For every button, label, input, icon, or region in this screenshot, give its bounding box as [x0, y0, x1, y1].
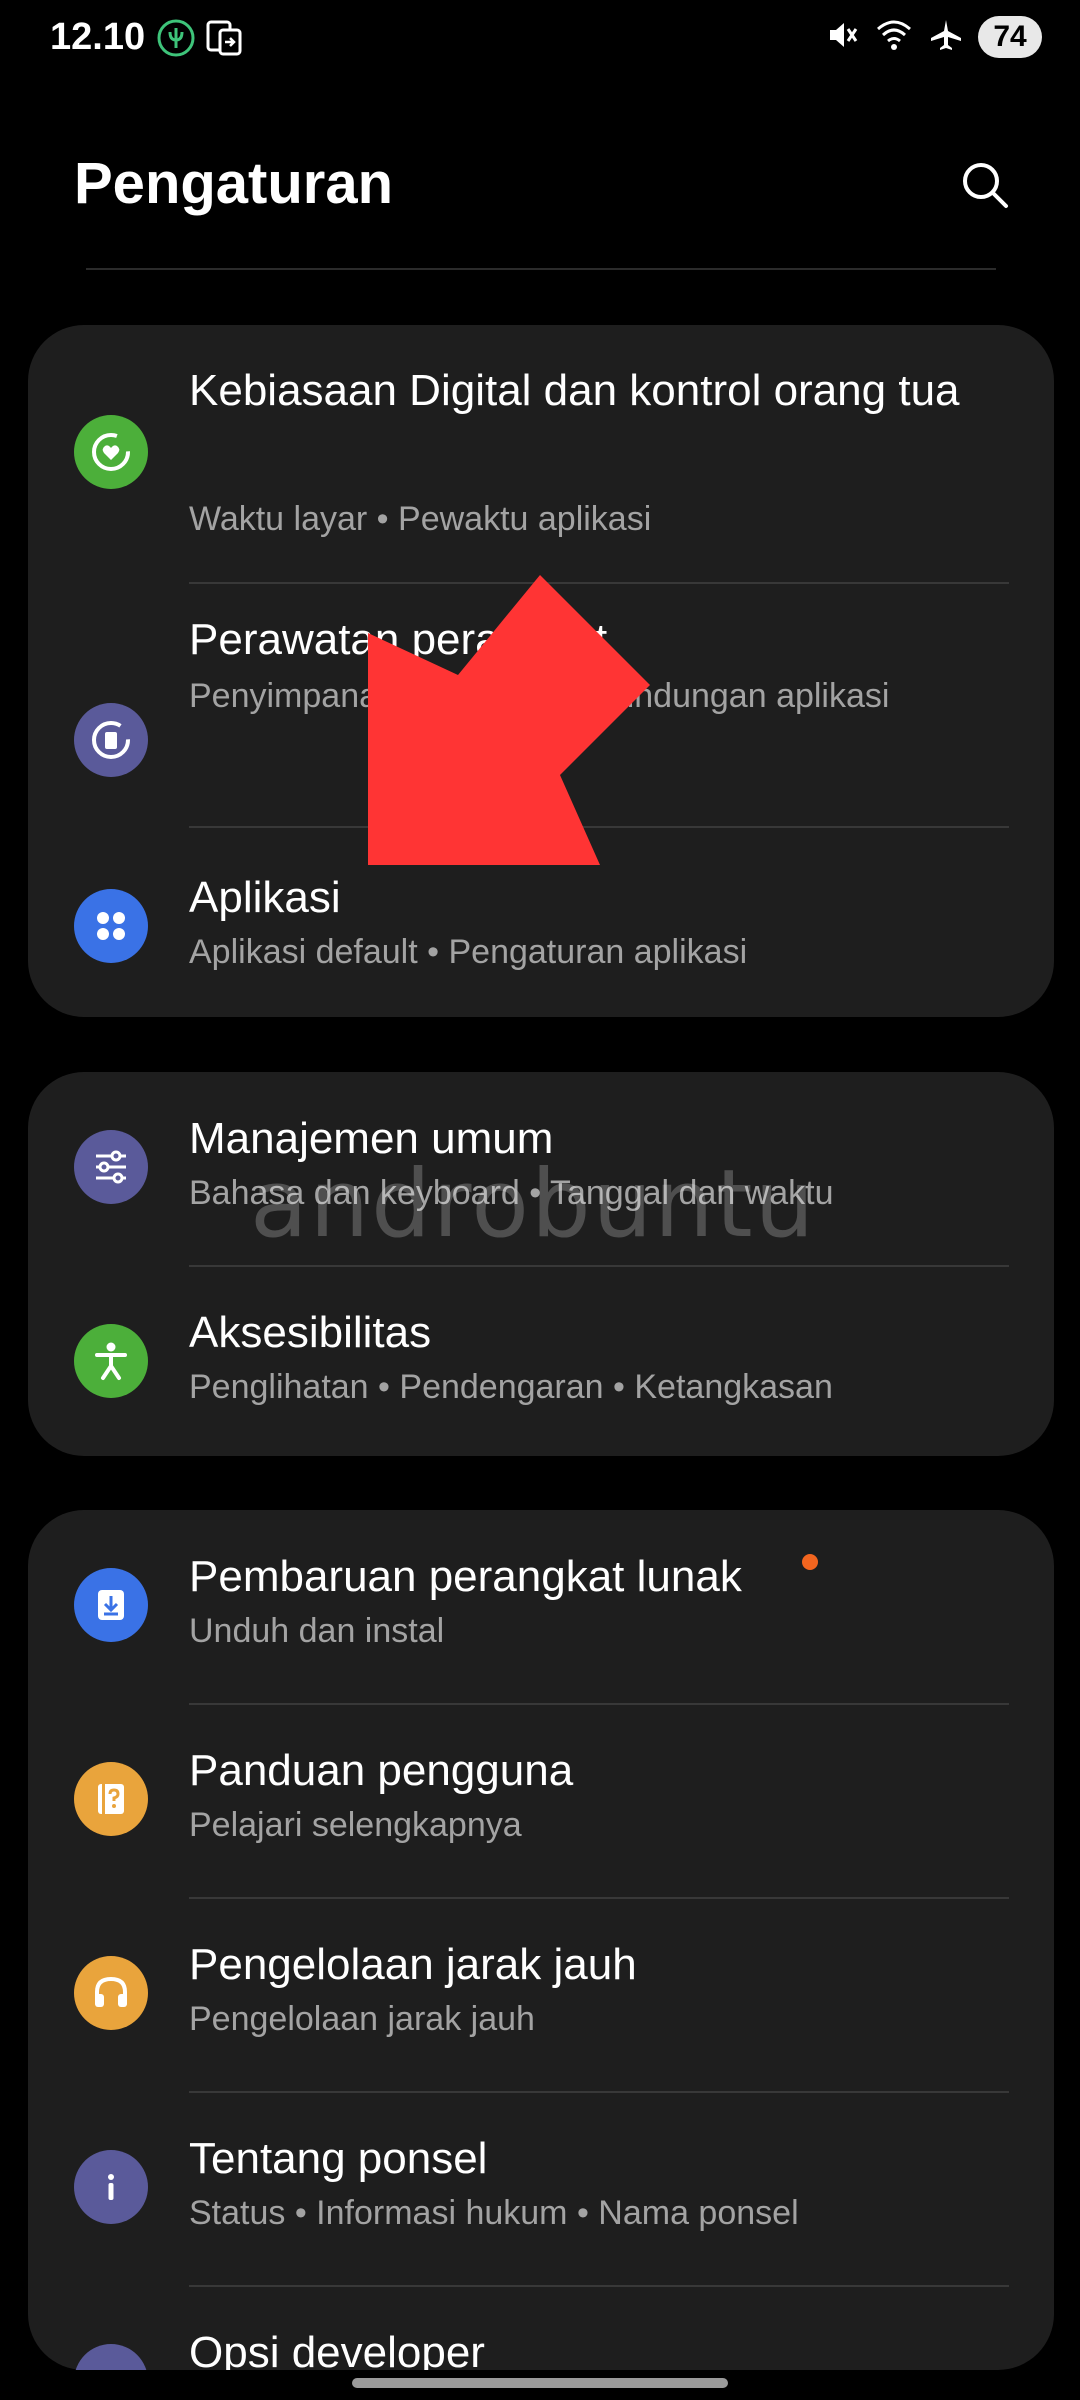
- item-title: Tentang ponsel: [189, 2134, 488, 2183]
- page-title: Pengaturan: [74, 151, 394, 216]
- airplane-icon: [928, 17, 964, 58]
- settings-item-software-update[interactable]: Pembaruan perangkat lunak Unduh dan inst…: [28, 1510, 1054, 1704]
- search-button[interactable]: [950, 150, 1020, 220]
- mute-icon: [824, 17, 860, 58]
- headset-icon: [74, 1956, 148, 2030]
- item-subtitle: Aplikasi default • Pengaturan aplikasi: [189, 933, 748, 971]
- apps-icon: [74, 889, 148, 963]
- item-subtitle: Penglihatan • Pendengaran • Ketangkasan: [189, 1368, 833, 1406]
- user-guide-icon: [74, 1762, 148, 1836]
- item-title: Opsi developer: [189, 2328, 485, 2370]
- digital-wellbeing-icon: [74, 415, 148, 489]
- watermark: androbuntu: [250, 1150, 817, 1259]
- update-badge: [802, 1554, 818, 1570]
- item-subtitle: Pengelolaan jarak jauh: [189, 2000, 535, 2038]
- screen-share-icon: [204, 18, 244, 58]
- developer-options-icon: [74, 2344, 148, 2370]
- settings-item-about-phone[interactable]: Tentang ponsel Status • Informasi hukum …: [28, 2092, 1054, 2286]
- settings-item-accessibility[interactable]: Aksesibilitas Penglihatan • Pendengaran …: [28, 1266, 1054, 1456]
- software-update-icon: [74, 1568, 148, 1642]
- item-title: Kebiasaan Digital dan kontrol orang tua: [189, 366, 960, 415]
- wifi-icon: [874, 17, 914, 58]
- settings-item-digital-wellbeing[interactable]: Kebiasaan Digital dan kontrol orang tua …: [28, 325, 1054, 585]
- item-title: Aksesibilitas: [189, 1308, 432, 1357]
- status-time: 12.10: [50, 16, 146, 58]
- sliders-icon: [74, 1130, 148, 1204]
- accessibility-icon: [74, 1324, 148, 1398]
- settings-item-developer-options[interactable]: Opsi developer: [28, 2286, 1054, 2370]
- item-subtitle: Unduh dan instal: [189, 1612, 445, 1650]
- settings-item-remote-management[interactable]: Pengelolaan jarak jauh Pengelolaan jarak…: [28, 1898, 1054, 2092]
- search-icon: [963, 163, 1008, 208]
- item-subtitle: Status • Informasi hukum • Nama ponsel: [189, 2194, 799, 2232]
- item-title: Pembaruan perangkat lunak: [189, 1552, 742, 1601]
- item-title: Aplikasi: [189, 873, 341, 922]
- device-care-icon: [74, 703, 148, 777]
- item-title: Panduan pengguna: [189, 1746, 574, 1795]
- home-indicator: [352, 2378, 728, 2388]
- status-icons: 74: [824, 16, 1042, 58]
- header-divider: [86, 268, 996, 270]
- item-subtitle: Pelajari selengkapnya: [189, 1806, 522, 1844]
- status-bar: 12.10 74: [0, 0, 1080, 76]
- nature-icon: [156, 18, 196, 58]
- info-icon: [74, 2150, 148, 2224]
- item-subtitle: Waktu layar • Pewaktu aplikasi: [189, 500, 652, 538]
- settings-item-user-guide[interactable]: Panduan pengguna Pelajari selengkapnya: [28, 1704, 1054, 1898]
- battery-indicator: 74: [978, 16, 1042, 58]
- settings-group-3: Pembaruan perangkat lunak Unduh dan inst…: [28, 1510, 1054, 2370]
- red-arrow-annotation: [368, 575, 650, 865]
- settings-group-2: Manajemen umum Bahasa dan keyboard • Tan…: [28, 1072, 1054, 1456]
- item-title: Pengelolaan jarak jauh: [189, 1940, 637, 1989]
